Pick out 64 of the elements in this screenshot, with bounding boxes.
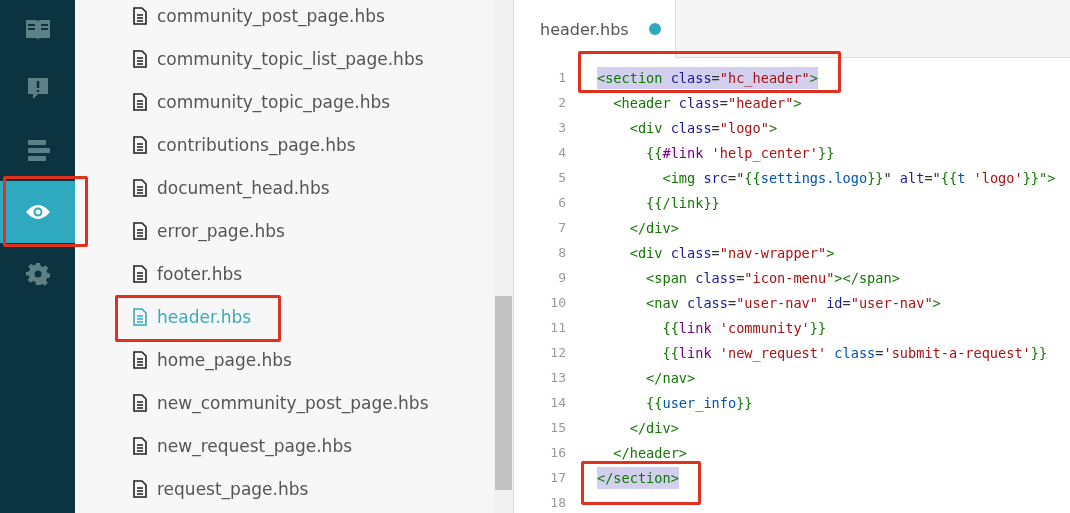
file-icon xyxy=(133,135,147,154)
code-line: {{user_info}} xyxy=(645,393,753,414)
code-line: <div class="logo"> xyxy=(628,118,778,138)
line-number: 4 xyxy=(557,145,566,160)
line-number: 8 xyxy=(557,245,566,260)
line-number: 12 xyxy=(549,345,566,360)
file-icon xyxy=(133,264,147,283)
code-line: </nav> xyxy=(645,368,696,388)
file-name[interactable]: contributions_page.hbs xyxy=(157,134,356,155)
file-icon xyxy=(133,307,147,326)
file-icon xyxy=(133,393,147,412)
line-number: 2 xyxy=(557,95,566,110)
code-line: </div> xyxy=(628,418,679,438)
file-icon xyxy=(133,350,147,369)
file-icon xyxy=(133,221,147,240)
line-number: 11 xyxy=(549,320,566,335)
scrollbar-thumb[interactable] xyxy=(495,296,512,490)
code-line: {{link 'community'}} xyxy=(661,318,827,338)
code-line: <span class="icon-menu"></span> xyxy=(645,268,900,288)
code-line: <div class="nav-wrapper"> xyxy=(628,243,835,263)
line-number: 18 xyxy=(549,495,566,510)
file-name[interactable]: request_page.hbs xyxy=(157,478,309,499)
line-number: 16 xyxy=(549,445,566,460)
file-name[interactable]: community_post_page.hbs xyxy=(157,5,385,26)
line-number: 10 xyxy=(549,295,566,310)
line-number: 3 xyxy=(557,120,566,135)
code-line: </div> xyxy=(628,218,679,238)
file-icon xyxy=(133,49,147,68)
code-line: <header class="header"> xyxy=(612,93,802,113)
file-icon xyxy=(133,436,147,455)
eye-icon xyxy=(24,204,51,220)
book-icon xyxy=(24,17,51,40)
alert-bubble-icon xyxy=(25,76,50,100)
line-number: 6 xyxy=(557,195,566,210)
code-line: {{/link}} xyxy=(645,193,720,213)
sidebar-item[interactable] xyxy=(0,181,75,243)
line-number: 13 xyxy=(549,370,566,385)
code-line: </header> xyxy=(612,443,688,463)
file-name[interactable]: home_page.hbs xyxy=(157,349,292,370)
code-line: <img src="{{settings.logo}}" alt="{{t 'logo'}}"> xyxy=(661,168,1056,188)
file-name[interactable]: community_topic_list_page.hbs xyxy=(157,48,424,69)
line-number: 17 xyxy=(549,470,566,485)
file-icon xyxy=(133,6,147,25)
line-number: 1 xyxy=(557,70,566,85)
code-line: {{link 'new_request' class='submit-a-request'}} xyxy=(661,343,1048,364)
code-line: <nav class="user-nav" id="user-nav"> xyxy=(645,293,941,313)
list-icon xyxy=(25,139,50,161)
file-name[interactable]: new_request_page.hbs xyxy=(157,435,353,456)
file-name[interactable]: new_community_post_page.hbs xyxy=(157,392,429,413)
line-number: 5 xyxy=(557,170,566,185)
file-name[interactable]: document_head.hbs xyxy=(157,177,330,198)
file-name[interactable]: community_topic_page.hbs xyxy=(157,91,391,112)
file-icon xyxy=(133,178,147,197)
file-icon xyxy=(133,92,147,111)
line-number: 15 xyxy=(549,420,566,435)
code-line: {{#link 'help_center'}} xyxy=(645,143,835,164)
line-number: 9 xyxy=(557,270,566,285)
editor-tab[interactable]: header.hbs xyxy=(514,0,676,58)
settings-icon xyxy=(25,262,50,286)
file-icon xyxy=(133,479,147,498)
line-number: 7 xyxy=(557,220,566,235)
file-name[interactable]: error_page.hbs xyxy=(157,220,285,241)
file-name[interactable]: footer.hbs xyxy=(157,263,243,284)
line-number: 14 xyxy=(549,395,566,410)
